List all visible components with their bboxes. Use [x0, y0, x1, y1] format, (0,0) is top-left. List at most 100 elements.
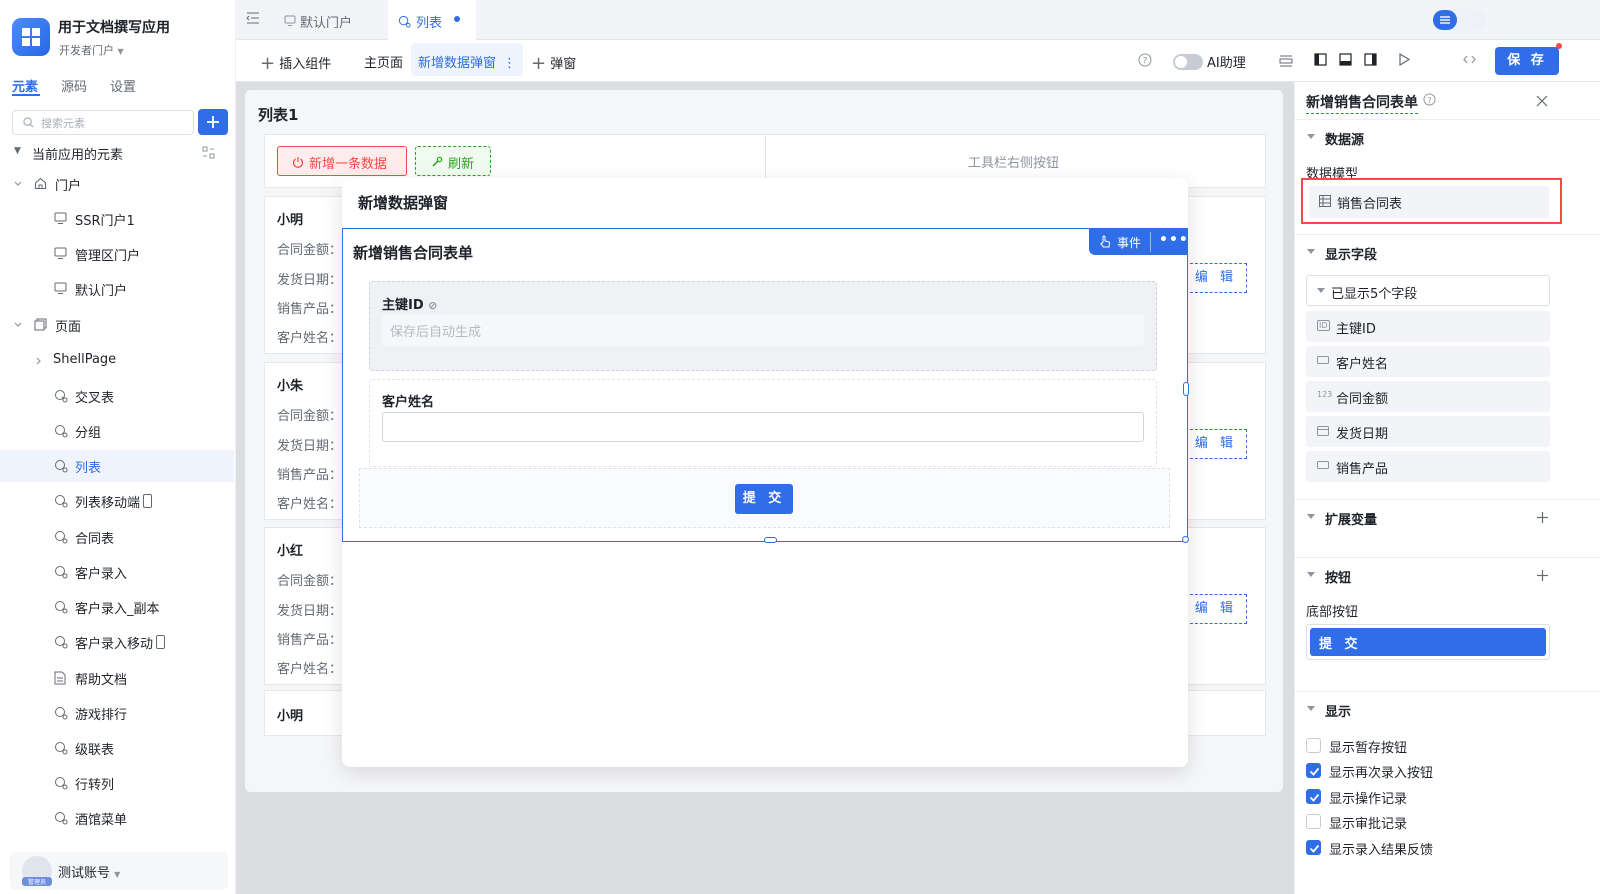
checkbox-checked[interactable] [1306, 789, 1321, 804]
visual-mode-button[interactable] [1433, 10, 1457, 30]
save-button[interactable]: 保 存 [1495, 47, 1559, 75]
section-title: 按钮 [1325, 571, 1352, 586]
add-dialog-button[interactable]: + 弹窗 [531, 52, 577, 74]
more-vertical-icon[interactable]: ⋮ [503, 56, 516, 71]
tree-item-page[interactable]: 合同表 [0, 521, 234, 553]
tab-source[interactable]: 源码 [61, 76, 87, 95]
visible-fields-summary: 已显示5个字段 [1331, 287, 1418, 302]
insert-component-button[interactable]: + 插入组件 [260, 52, 331, 74]
submit-button[interactable]: 提 交 [735, 484, 793, 514]
field-item-primary-key[interactable]: ID 主键ID [1306, 311, 1550, 342]
checkbox-checked[interactable] [1306, 840, 1321, 855]
refresh-button[interactable]: 刷新 [415, 146, 491, 176]
tree-item-portal[interactable]: 门户 [0, 168, 234, 200]
active-dialog-tab[interactable]: 新增数据弹窗 ⋮ [418, 52, 516, 71]
field-item-ship-date[interactable]: 发货日期 [1306, 416, 1550, 447]
tree-section-current-app[interactable]: ▼ 当前应用的元素 [0, 137, 234, 169]
portal-switcher[interactable]: 开发者门户 ▼ [59, 42, 124, 58]
bottom-submit-button-item[interactable]: 提 交 [1310, 628, 1546, 656]
panel-left-icon[interactable] [1314, 53, 1327, 66]
tree-item-page[interactable]: 游戏排行 [0, 697, 234, 729]
more-options-button[interactable]: ••• [1159, 232, 1189, 248]
add-record-label: 新增一条数据 [309, 157, 388, 172]
primary-key-field[interactable]: 主键ID ⊘ 保存后自动生成 [369, 281, 1157, 371]
tree-item-page[interactable]: 客户录入移动 [0, 626, 234, 658]
panel-right-icon[interactable] [1364, 53, 1377, 66]
toggle-knob [1175, 56, 1187, 68]
panel-bottom-icon[interactable] [1339, 53, 1352, 66]
tree-item-pages[interactable]: 页面 [0, 309, 234, 341]
tree-item-label: ShellPage [53, 352, 117, 367]
help-icon[interactable]: ? [1423, 93, 1436, 106]
collapse-sidebar-icon[interactable] [246, 12, 260, 24]
close-icon[interactable] [1536, 95, 1548, 107]
field-item-product[interactable]: 销售产品 [1306, 451, 1550, 482]
tree-item-admin-portal[interactable]: 管理区门户 [0, 238, 234, 270]
tree-item-page[interactable]: 级联表 [0, 732, 234, 764]
tree-item-label: 客户录入移动 [75, 637, 154, 652]
page-link-icon [55, 390, 68, 403]
main-page-tab[interactable]: 主页面 [364, 52, 403, 71]
field-item-customer-name[interactable]: 客户姓名 [1306, 346, 1550, 377]
collapse-all-icon[interactable] [202, 146, 215, 159]
field-label: 发货日期： [277, 273, 343, 288]
tree-item-page[interactable]: 酒馆菜单 [0, 802, 234, 834]
editor-tabs-bar: 默认门户 列表 [236, 0, 1600, 40]
tree-item-page[interactable]: 客户录入_副本 [0, 591, 234, 623]
field-label: 发货日期： [277, 604, 343, 619]
tree-item-page[interactable]: 列表移动端 [0, 485, 234, 517]
search-input[interactable] [41, 114, 189, 132]
user-name: 测试账号 ▼ [58, 862, 120, 881]
checkbox[interactable] [1306, 738, 1321, 753]
checkbox-checked[interactable] [1306, 763, 1321, 778]
visible-fields-dropdown[interactable]: 已显示5个字段 [1306, 275, 1550, 306]
tree-item-ssr-portal[interactable]: SSR门户1 [0, 203, 234, 235]
layout-grid-icon[interactable] [1279, 54, 1293, 67]
form-title: 新增销售合同表单 [353, 244, 474, 262]
field-item-contract-amount[interactable]: 123 合同金额 [1306, 381, 1550, 412]
tree-item-page[interactable]: 客户录入 [0, 556, 234, 588]
add-button-icon[interactable] [1536, 569, 1549, 582]
tree-item-page[interactable]: 交叉表 [0, 380, 234, 412]
check-icon [1309, 767, 1320, 776]
edit-button[interactable]: 编 辑 [1185, 429, 1247, 459]
event-button[interactable]: 事件 [1117, 234, 1141, 251]
windows-logo-icon [22, 28, 40, 46]
tree-item-default-portal[interactable]: 默认门户 [0, 273, 234, 305]
edit-button[interactable]: 编 辑 [1185, 263, 1247, 293]
tab-default-portal[interactable]: 默认门户 [274, 0, 386, 40]
add-variable-icon[interactable] [1536, 511, 1549, 524]
tab-elements[interactable]: 元素 [12, 76, 38, 95]
play-icon[interactable] [1398, 53, 1410, 66]
tree-item-page[interactable]: 分组 [0, 415, 234, 447]
tree-item-page-selected[interactable]: 列表 [0, 450, 234, 482]
tree-item-label: 列表移动端 [75, 496, 141, 511]
edit-button[interactable]: 编 辑 [1185, 594, 1247, 624]
option-label: 显示再次录入按钮 [1329, 766, 1434, 781]
active-tab-indicator [12, 94, 40, 96]
help-icon[interactable]: ? [1138, 53, 1152, 67]
resize-handle-bottom[interactable] [764, 537, 777, 543]
customer-name-input[interactable] [382, 412, 1144, 442]
add-element-button[interactable] [198, 109, 228, 135]
tab-list[interactable]: 列表 [388, 0, 476, 40]
resize-handle-corner[interactable] [1182, 536, 1189, 543]
data-model-value: 销售合同表 [1337, 197, 1403, 212]
customer-name-field[interactable]: 客户姓名 [369, 379, 1157, 467]
plus-icon: + [260, 53, 276, 74]
tab-settings[interactable]: 设置 [110, 76, 136, 95]
data-model-selector[interactable]: 销售合同表 [1309, 186, 1549, 218]
add-record-button[interactable]: 新增一条数据 [277, 146, 407, 176]
tree-item-shellpage[interactable]: ShellPage [0, 345, 234, 377]
field-label: 客户姓名 [382, 395, 435, 410]
code-mode-icon[interactable] [1463, 54, 1476, 65]
field-item-label: 合同金额 [1336, 392, 1389, 407]
resize-handle-right[interactable] [1183, 382, 1189, 396]
ai-assistant-toggle[interactable] [1173, 54, 1203, 70]
chevron-down-icon [14, 322, 22, 327]
tree-item-page[interactable]: 帮助文档 [0, 662, 234, 694]
add-dialog-label: 弹窗 [550, 57, 577, 72]
checkbox[interactable] [1306, 814, 1321, 829]
eye-off-icon: ⊘ [428, 299, 438, 312]
tree-item-page[interactable]: 行转列 [0, 767, 234, 799]
